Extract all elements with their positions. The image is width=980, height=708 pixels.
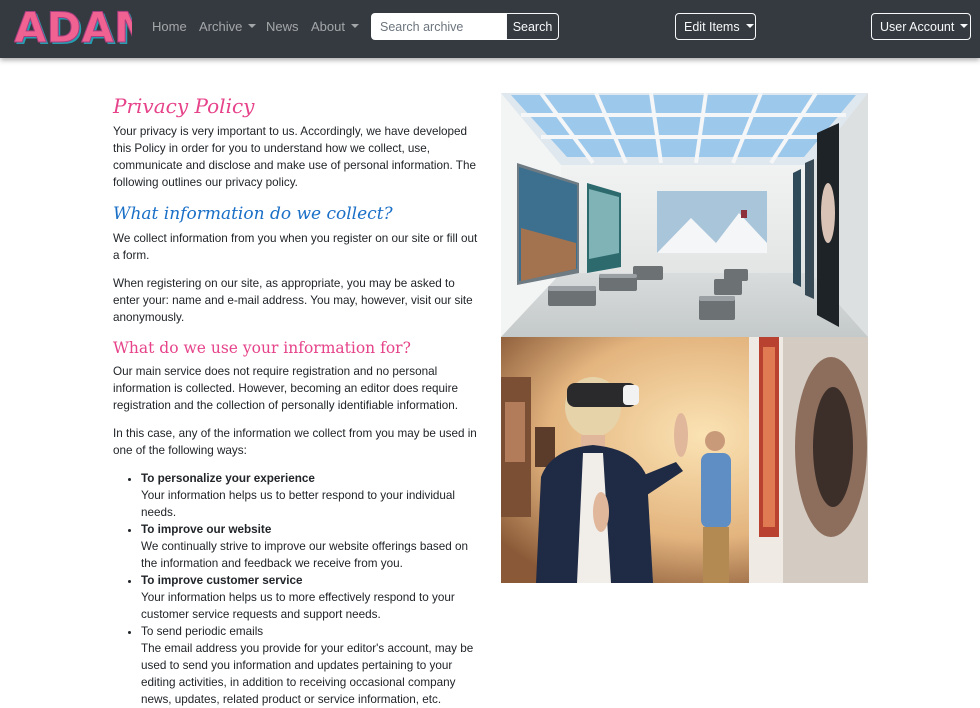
list-item-text: The email address you provide for your e…: [141, 642, 474, 706]
list-item-title: To personalize your experience: [141, 472, 315, 485]
edit-items-dropdown-button[interactable]: Edit Items: [675, 13, 756, 40]
list-item-title: To improve customer service: [141, 574, 303, 587]
use-paragraph: Our main service does not require regist…: [113, 365, 458, 412]
nav-news-link[interactable]: News: [266, 19, 299, 35]
dropdown-caret-icon: [350, 24, 359, 28]
collect-paragraph: We collect information from you when you…: [113, 232, 478, 262]
list-item-title: To send periodic emails: [141, 625, 264, 638]
page-title: Privacy Policy: [113, 94, 255, 118]
list-item: To improve customer service Your informat…: [141, 572, 479, 623]
edit-items-label: Edit Items: [684, 19, 740, 34]
list-item-title: To improve our website: [141, 523, 272, 536]
search-button[interactable]: Search: [506, 13, 559, 40]
privacy-policy-content: Privacy Policy Your privacy is very impo…: [113, 92, 479, 708]
nav-archive-dropdown[interactable]: Archive: [199, 19, 257, 35]
virtual-gallery-illustration: [501, 93, 868, 337]
use-paragraph: In this case, any of the information we …: [113, 427, 477, 457]
nav-about-label: About: [311, 19, 345, 34]
list-item-text: Your information helps us to better resp…: [141, 489, 456, 519]
collect-paragraph: When registering on our site, as appropr…: [113, 277, 473, 324]
dropdown-caret-icon: [745, 23, 754, 28]
vr-visitor-photo: [501, 337, 868, 583]
dropdown-caret-icon: [248, 24, 257, 28]
nav-home-link[interactable]: Home: [152, 19, 187, 35]
use-heading: What do we use your information for?: [113, 339, 411, 357]
list-item: To improve our website We continually str…: [141, 521, 479, 572]
list-item-text: Your information helps us to more effect…: [141, 591, 455, 621]
uses-list: To personalize your experience Your infor…: [141, 470, 479, 708]
virtual-gallery-image: [501, 93, 868, 337]
intro-paragraph: Your privacy is very important to us. Ac…: [113, 125, 476, 189]
list-item: To send periodic emails The email address…: [141, 623, 479, 708]
list-item-text: We continually strive to improve our web…: [141, 540, 468, 570]
user-account-dropdown-button[interactable]: User Account: [871, 13, 971, 40]
user-account-label: User Account: [880, 19, 955, 34]
adam-logo[interactable]: ADAM ADAM: [14, 6, 132, 50]
collect-heading: What information do we collect?: [113, 204, 393, 224]
vr-visitor-illustration: [501, 337, 868, 583]
list-item: To personalize your experience Your infor…: [141, 470, 479, 521]
dropdown-caret-icon: [960, 23, 969, 28]
nav-about-dropdown[interactable]: About: [311, 19, 359, 35]
top-navbar: ADAM ADAM Home Archive News About Search…: [0, 0, 980, 58]
search-input[interactable]: [371, 13, 507, 40]
search-form: Search: [371, 13, 559, 40]
logo-text: ADAM: [14, 6, 132, 50]
nav-archive-label: Archive: [199, 19, 243, 34]
